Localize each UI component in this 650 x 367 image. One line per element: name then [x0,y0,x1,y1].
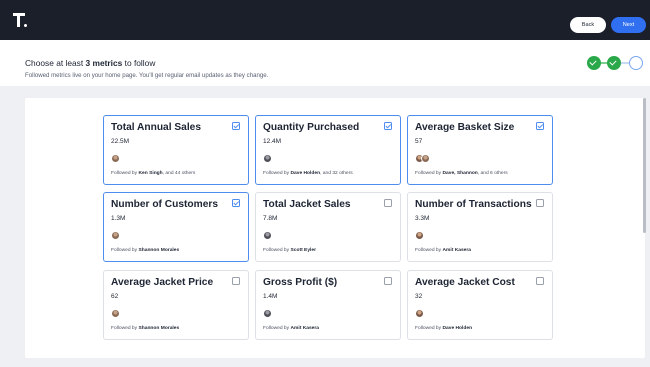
followed-by-text: Followed by Ken Singh, and 44 others [111,171,195,176]
scrollbar[interactable] [643,98,646,233]
follow-checkbox[interactable] [232,122,240,130]
followed-prefix: Followed by [111,171,139,176]
followed-by-text: Followed by Dave, Shannon, and 6 others [415,171,508,176]
step-2-complete-icon [607,56,621,70]
checkmark-icon [537,122,543,128]
metric-title: Total Jacket Sales [263,199,351,210]
follow-checkbox[interactable] [536,122,544,130]
page-title: Choose at least 3 metrics to follow [25,58,155,68]
follow-checkbox[interactable] [384,122,392,130]
metric-title: Average Basket Size [415,122,515,133]
metric-card[interactable]: Total Jacket Sales 7.8M Followed by Scott … [255,192,401,262]
followed-prefix: Followed by [415,171,443,176]
followed-by-text: Followed by Dave Holden [415,326,472,331]
metric-card[interactable]: Total Annual Sales 22.5M Followed by Ken S… [103,115,249,185]
followed-suffix: , and 32 others [320,171,353,176]
follow-checkbox[interactable] [384,199,392,207]
follow-checkbox[interactable] [232,277,240,285]
avatar [415,309,424,318]
follower-names: Dave, Shannon [442,171,478,176]
follower-names: Amit Kasera [442,248,472,253]
followed-by-text: Followed by Amit Kasera [263,326,319,331]
app-logo-icon [13,13,29,29]
step-1-complete-icon [587,56,601,70]
followed-by-text: Followed by Shannon Morales [111,248,179,253]
metric-title: Average Jacket Cost [415,277,515,288]
followed-prefix: Followed by [263,326,291,331]
metric-value: 62 [111,293,119,300]
avatar [111,154,120,163]
followed-prefix: Followed by [263,248,291,253]
avatar [421,154,430,163]
metric-value: 3.3M [415,215,430,222]
metric-value: 12.4M [263,138,282,145]
metric-card[interactable]: Average Jacket Cost 32 Followed by Dave Ho… [407,270,553,340]
metric-value: 22.5M [111,138,130,145]
follower-names: Scott Eyler [290,248,317,253]
followed-prefix: Followed by [111,326,139,331]
metric-card[interactable]: Average Basket Size 57 Followed by Dave, S… [407,115,553,185]
metric-card[interactable]: Number of Transactions 3.3M Followed by Am… [407,192,553,262]
metric-title: Quantity Purchased [263,122,360,133]
followed-by-text: Followed by Shannon Morales [111,326,179,331]
top-navigation-bar: Back Next [0,0,650,40]
followed-prefix: Followed by [263,171,291,176]
step-3-current-icon [629,56,643,70]
metric-value: 1.3M [111,215,126,222]
metric-value: 7.8M [263,215,278,222]
avatar [263,231,272,240]
followed-prefix: Followed by [111,248,139,253]
followed-by-text: Followed by Dave Holden, and 32 others [263,171,353,176]
followed-prefix: Followed by [415,326,443,331]
checkmark-icon [233,199,239,205]
metric-value: 1.4M [263,293,278,300]
followed-by-text: Followed by Scott Eyler [263,248,316,253]
checkmark-icon [385,122,391,128]
title-emphasis: 3 metrics [85,58,123,68]
follower-names: Ken Singh [138,171,163,176]
metric-title: Gross Profit ($) [263,277,338,288]
metric-title: Average Jacket Price [111,277,214,288]
metric-title: Number of Customers [111,199,218,210]
metric-card[interactable]: Gross Profit ($) 1.4M Followed by Amit Kas… [255,270,401,340]
metric-card[interactable]: Number of Customers 1.3M Followed by Shann… [103,192,249,262]
page-subtitle: Followed metrics live on your home page.… [25,72,269,79]
follow-checkbox[interactable] [232,199,240,207]
followed-prefix: Followed by [415,248,443,253]
follow-checkbox[interactable] [536,277,544,285]
followed-suffix: , and 44 others [162,171,196,176]
metric-value: 32 [415,293,423,300]
followed-by-text: Followed by Amit Kasera [415,248,471,253]
follower-names: Shannon Morales [138,326,180,331]
followed-suffix: , and 6 others [477,171,508,176]
avatar [111,309,120,318]
follower-names: Shannon Morales [138,248,180,253]
metric-title: Total Annual Sales [111,122,202,133]
follow-checkbox[interactable] [536,199,544,207]
checkmark-icon [233,122,239,128]
metric-title: Number of Transactions [415,199,532,210]
follow-checkbox[interactable] [384,277,392,285]
follower-names: Dave Holden [290,171,321,176]
avatar [263,309,272,318]
avatar [415,231,424,240]
metric-card[interactable]: Quantity Purchased 12.4M Followed by Dave … [255,115,401,185]
follower-names: Amit Kasera [290,326,320,331]
title-suffix: to follow [122,58,156,68]
metric-card[interactable]: Average Jacket Price 62 Followed by Shanno… [103,270,249,340]
follower-names: Dave Holden [442,326,473,331]
title-prefix: Choose at least [25,58,86,68]
avatar [111,231,120,240]
back-button[interactable]: Back [570,17,606,33]
avatar [263,154,272,163]
next-button[interactable]: Next [611,17,646,33]
metric-value: 57 [415,138,423,145]
